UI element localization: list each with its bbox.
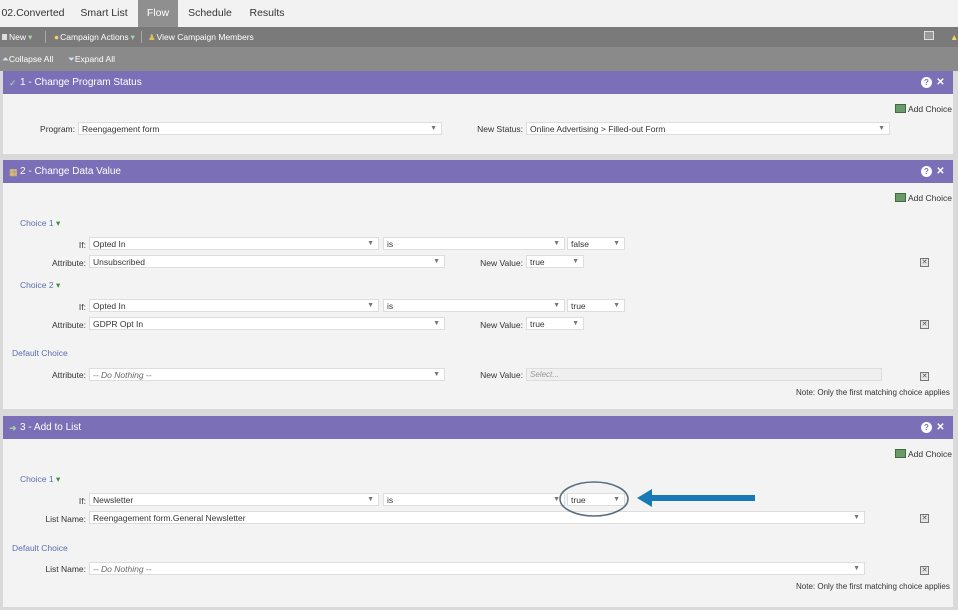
highlight-circle xyxy=(559,481,629,517)
annotation-overlay xyxy=(559,481,755,517)
annotation-arrow-head xyxy=(637,489,652,507)
